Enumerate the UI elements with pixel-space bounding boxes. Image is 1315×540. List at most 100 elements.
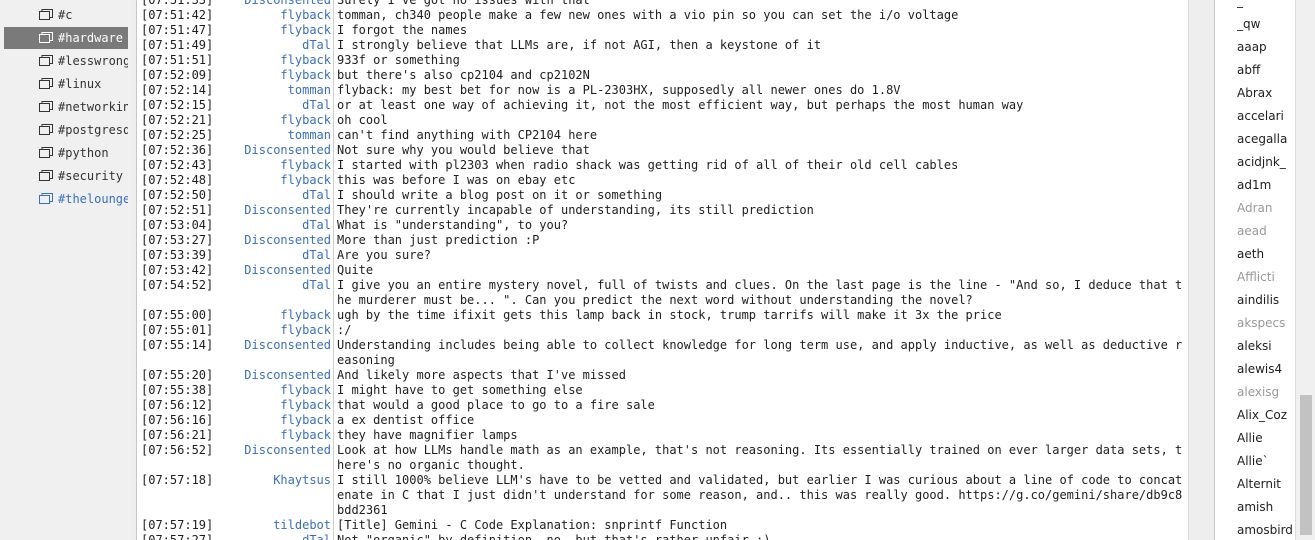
- user-list-item[interactable]: Alternit: [1237, 477, 1296, 497]
- user-list-item[interactable]: Afflicti: [1237, 270, 1296, 290]
- user-list-item[interactable]: Abrax: [1237, 86, 1296, 106]
- user-list-item[interactable]: _qw: [1237, 17, 1296, 37]
- nickname[interactable]: Disconsented: [213, 203, 331, 218]
- nickname[interactable]: flyback: [213, 8, 331, 23]
- nickname[interactable]: Disconsented: [213, 263, 331, 278]
- timestamp: [07:52:21]: [141, 113, 214, 127]
- column-separator: [333, 323, 334, 338]
- timestamp: [07:55:38]: [141, 383, 214, 397]
- user-list-item[interactable]: acidjnk_: [1237, 155, 1296, 175]
- nickname[interactable]: Disconsented: [213, 443, 331, 458]
- column-separator: [333, 188, 334, 203]
- channel-item[interactable]: #hardware: [4, 27, 128, 49]
- nickname[interactable]: flyback: [213, 23, 331, 38]
- user-list-item[interactable]: ad1m: [1237, 178, 1296, 198]
- column-separator: [333, 233, 334, 248]
- user-list-item[interactable]: Adran: [1237, 201, 1296, 221]
- nickname[interactable]: flyback: [213, 158, 331, 173]
- column-separator: [333, 38, 334, 53]
- channel-item[interactable]: #thelounge: [4, 188, 128, 210]
- message-text: Surely I've got no issues with that: [337, 0, 590, 7]
- chat-line: [07:55:14] Disconsented Understanding incl…: [141, 338, 1187, 368]
- channel-label: #hardware: [58, 31, 124, 45]
- message-text: Understanding includes being able to col…: [337, 338, 1183, 367]
- message-text: a ex dentist office: [337, 413, 475, 427]
- message-text: Not sure why you would believe that: [337, 143, 590, 157]
- user-list-item[interactable]: akspecs: [1237, 316, 1296, 336]
- nickname[interactable]: flyback: [213, 428, 331, 443]
- nickname[interactable]: tildebot: [213, 518, 331, 533]
- column-separator: [333, 173, 334, 188]
- chat-scrollbar[interactable]: [1188, 0, 1214, 540]
- message-text: I forgot the names: [337, 23, 468, 37]
- user-list-item[interactable]: Allie`: [1237, 454, 1296, 474]
- user-list-scrollbar[interactable]: [1295, 0, 1315, 540]
- channel-item[interactable]: #python: [4, 142, 128, 164]
- nickname[interactable]: flyback: [213, 413, 331, 428]
- nickname[interactable]: flyback: [213, 308, 331, 323]
- user-list-item[interactable]: Alix_Coz: [1237, 408, 1296, 428]
- timestamp: [07:51:49]: [141, 38, 214, 52]
- chat-line: [07:54:52] dTal I give you an entire myste…: [141, 278, 1187, 308]
- chat-line: [07:52:21] flyback oh cool: [141, 113, 1187, 128]
- nickname[interactable]: dTal: [213, 38, 331, 53]
- channel-icon: [39, 170, 53, 182]
- user-list-item[interactable]: aaap: [1237, 40, 1296, 60]
- nickname[interactable]: dTal: [213, 98, 331, 113]
- channel-item[interactable]: #linux: [4, 73, 128, 95]
- nickname[interactable]: Disconsented: [213, 338, 331, 353]
- user-list-item[interactable]: aeth: [1237, 247, 1296, 267]
- user-list-item[interactable]: alewis4: [1237, 362, 1296, 382]
- user-list-item[interactable]: amish: [1237, 500, 1296, 520]
- channel-item[interactable]: #c: [4, 4, 128, 26]
- nickname[interactable]: flyback: [213, 398, 331, 413]
- user-list-item[interactable]: amosbird: [1237, 523, 1296, 540]
- nickname[interactable]: dTal: [213, 248, 331, 263]
- nickname[interactable]: flyback: [213, 173, 331, 188]
- column-separator: [333, 473, 334, 518]
- nickname[interactable]: Disconsented: [213, 368, 331, 383]
- nickname[interactable]: Disconsented: [213, 233, 331, 248]
- user-list-item[interactable]: aleksi: [1237, 339, 1296, 359]
- user-list-item[interactable]: aindilis: [1237, 293, 1296, 313]
- user-list-item[interactable]: abff: [1237, 63, 1296, 83]
- timestamp: [07:52:50]: [141, 188, 214, 202]
- channel-item[interactable]: #networking: [4, 96, 128, 118]
- message-text: And likely more aspects that I've missed: [337, 368, 626, 382]
- nickname[interactable]: dTal: [213, 188, 331, 203]
- nickname[interactable]: flyback: [213, 383, 331, 398]
- column-separator: [333, 8, 334, 23]
- user-list-item[interactable]: Allie: [1237, 431, 1296, 451]
- nickname[interactable]: flyback: [213, 323, 331, 338]
- user-list-scroll-thumb[interactable]: [1300, 395, 1312, 535]
- user-list-item[interactable]: _: [1237, 0, 1296, 14]
- timestamp: [07:51:51]: [141, 53, 214, 67]
- chat-line: [07:57:19] tildebot [Title] Gemini - C Cod…: [141, 518, 1187, 533]
- channel-item[interactable]: #lesswrong: [4, 50, 128, 72]
- channel-item[interactable]: #security: [4, 165, 128, 187]
- user-list-item[interactable]: acegalla: [1237, 132, 1296, 152]
- column-separator: [333, 308, 334, 323]
- nickname[interactable]: Khaytsus: [213, 473, 331, 488]
- nickname[interactable]: tomman: [213, 83, 331, 98]
- nickname[interactable]: dTal: [213, 533, 331, 540]
- timestamp: [07:55:20]: [141, 368, 214, 382]
- user-list-item[interactable]: alexisg: [1237, 385, 1296, 405]
- message-text: Are you sure?: [337, 248, 431, 262]
- nickname[interactable]: tomman: [213, 128, 331, 143]
- user-list-item[interactable]: accelari: [1237, 109, 1296, 129]
- nickname[interactable]: Disconsented: [213, 0, 331, 8]
- nickname[interactable]: Disconsented: [213, 143, 331, 158]
- nickname[interactable]: flyback: [213, 53, 331, 68]
- user-list-item[interactable]: aead: [1237, 224, 1296, 244]
- chat-line: [07:53:27] Disconsented More than just pre…: [141, 233, 1187, 248]
- timestamp: [07:55:01]: [141, 323, 214, 337]
- nickname[interactable]: flyback: [213, 68, 331, 83]
- chat-line: [07:52:43] flyback I started with pl2303 w…: [141, 158, 1187, 173]
- nickname[interactable]: dTal: [213, 218, 331, 233]
- nickname[interactable]: flyback: [213, 113, 331, 128]
- channel-item[interactable]: #postgresql: [4, 119, 128, 141]
- nickname[interactable]: dTal: [213, 278, 331, 293]
- chat-line: [07:55:00] flyback ugh by the time ifixit …: [141, 308, 1187, 323]
- column-separator: [333, 83, 334, 98]
